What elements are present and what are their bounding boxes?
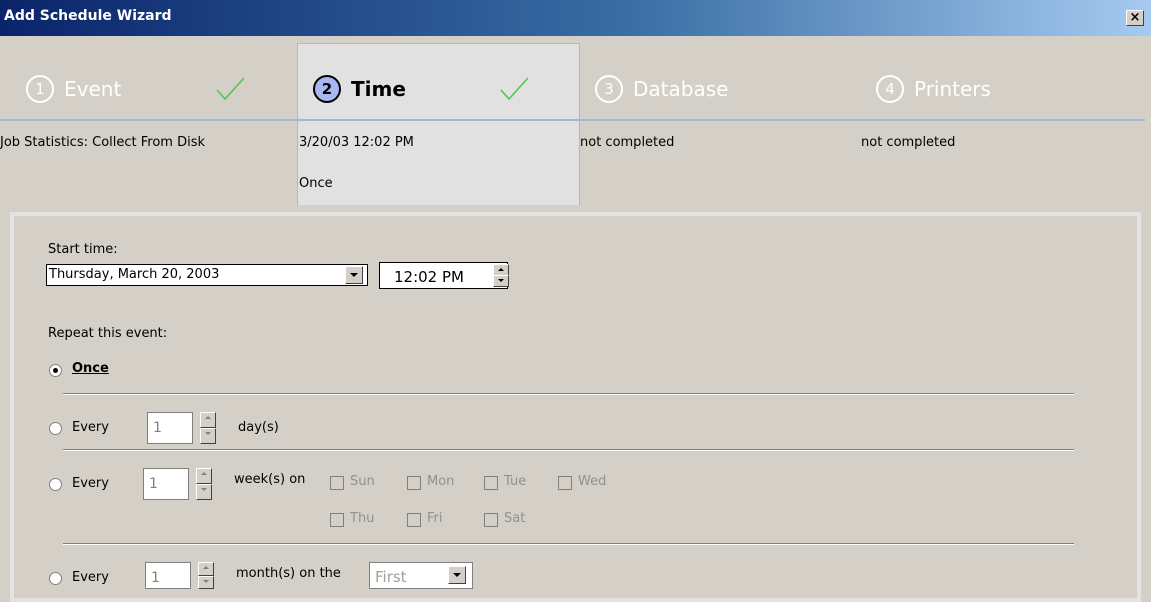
checkbox-thu[interactable] — [330, 513, 344, 527]
step-time[interactable]: 2 Time — [313, 72, 406, 106]
day-interval-input[interactable]: 1 — [147, 412, 193, 444]
radio-every-week[interactable] — [49, 478, 62, 491]
checkbox-label-tue: Tue — [504, 474, 527, 489]
checkbox-label-mon: Mon — [427, 474, 455, 489]
step-summary-printers: not completed — [861, 135, 956, 150]
repeat-label: Repeat this event: — [48, 326, 168, 341]
step-summary-time-repeat: Once — [299, 176, 333, 191]
month-occurrence-select[interactable]: First — [369, 562, 473, 589]
step-number-circle: 1 — [26, 75, 54, 103]
month-occurrence-value: First — [375, 568, 407, 586]
every-month-label: Every — [72, 570, 109, 585]
step-summary-time: 3/20/03 12:02 PM — [299, 135, 414, 150]
checkbox-label-fri: Fri — [427, 511, 443, 526]
step-label: Time — [351, 77, 406, 101]
week-interval-input[interactable]: 1 — [143, 468, 189, 500]
dropdown-arrow-icon[interactable] — [345, 266, 363, 284]
step-divider-line — [0, 119, 1145, 121]
checkbox-label-thu: Thu — [350, 511, 375, 526]
checkbox-label-sat: Sat — [504, 511, 526, 526]
title-bar: Add Schedule Wizard × — [0, 0, 1151, 36]
week-interval-spinner[interactable] — [196, 468, 212, 500]
date-value: Thursday, March 20, 2003 — [49, 267, 220, 282]
every-week-label: Every — [72, 476, 109, 491]
checkbox-sun[interactable] — [330, 476, 344, 490]
week-unit-label: week(s) on — [234, 472, 306, 487]
checkbox-label-sun: Sun — [350, 474, 375, 489]
spin-down-icon[interactable] — [493, 275, 509, 287]
checkbox-label-wed: Wed — [578, 474, 607, 489]
radio-once[interactable] — [49, 364, 62, 377]
checkbox-mon[interactable] — [407, 476, 421, 490]
spin-down-icon[interactable] — [198, 576, 214, 589]
step-number-circle: 3 — [595, 75, 623, 103]
spin-down-icon[interactable] — [196, 484, 212, 500]
spin-up-icon[interactable] — [200, 412, 216, 428]
checkbox-fri[interactable] — [407, 513, 421, 527]
step-printers[interactable]: 4 Printers — [876, 72, 991, 106]
month-interval-spinner[interactable] — [198, 562, 214, 589]
every-day-label: Every — [72, 420, 109, 435]
spin-down-icon[interactable] — [200, 428, 216, 444]
step-database[interactable]: 3 Database — [595, 72, 728, 106]
checkmark-icon — [216, 77, 245, 101]
date-picker[interactable]: Thursday, March 20, 2003 — [46, 264, 368, 286]
separator — [63, 393, 1074, 395]
checkbox-sat[interactable] — [484, 513, 498, 527]
checkmark-icon — [500, 77, 529, 101]
step-label: Printers — [914, 77, 991, 101]
month-interval-input[interactable]: 1 — [145, 562, 191, 589]
month-unit-label: month(s) on the — [236, 566, 341, 581]
step-label: Database — [633, 77, 729, 101]
dropdown-arrow-icon[interactable] — [448, 566, 466, 584]
time-value: 12:02 PM — [394, 268, 464, 286]
day-interval-spinner[interactable] — [200, 412, 216, 444]
time-spinner[interactable] — [493, 264, 509, 287]
step-event[interactable]: 1 Event — [26, 72, 121, 106]
spin-up-icon[interactable] — [198, 562, 214, 576]
week-interval-value: 1 — [149, 476, 158, 492]
once-label: Once — [72, 361, 109, 376]
checkbox-tue[interactable] — [484, 476, 498, 490]
time-input[interactable]: 12:02 PM — [379, 262, 508, 289]
radio-every-month[interactable] — [49, 572, 62, 585]
close-button[interactable]: × — [1126, 10, 1144, 26]
close-icon: × — [1129, 10, 1141, 25]
checkbox-wed[interactable] — [558, 476, 572, 490]
start-time-label: Start time: — [48, 242, 118, 257]
step-summary-event: Job Statistics: Collect From Disk — [0, 135, 206, 150]
separator — [63, 543, 1074, 545]
month-interval-value: 1 — [151, 570, 160, 586]
separator — [63, 449, 1074, 451]
window-title: Add Schedule Wizard — [4, 8, 172, 24]
spin-up-icon[interactable] — [196, 468, 212, 484]
step-label: Event — [64, 77, 122, 101]
active-step-highlight — [297, 43, 580, 205]
step-number-circle: 2 — [313, 75, 341, 103]
radio-every-day[interactable] — [49, 422, 62, 435]
day-unit-label: day(s) — [238, 420, 279, 435]
step-number-circle: 4 — [876, 75, 904, 103]
step-summary-database: not completed — [580, 135, 675, 150]
day-interval-value: 1 — [153, 420, 162, 436]
